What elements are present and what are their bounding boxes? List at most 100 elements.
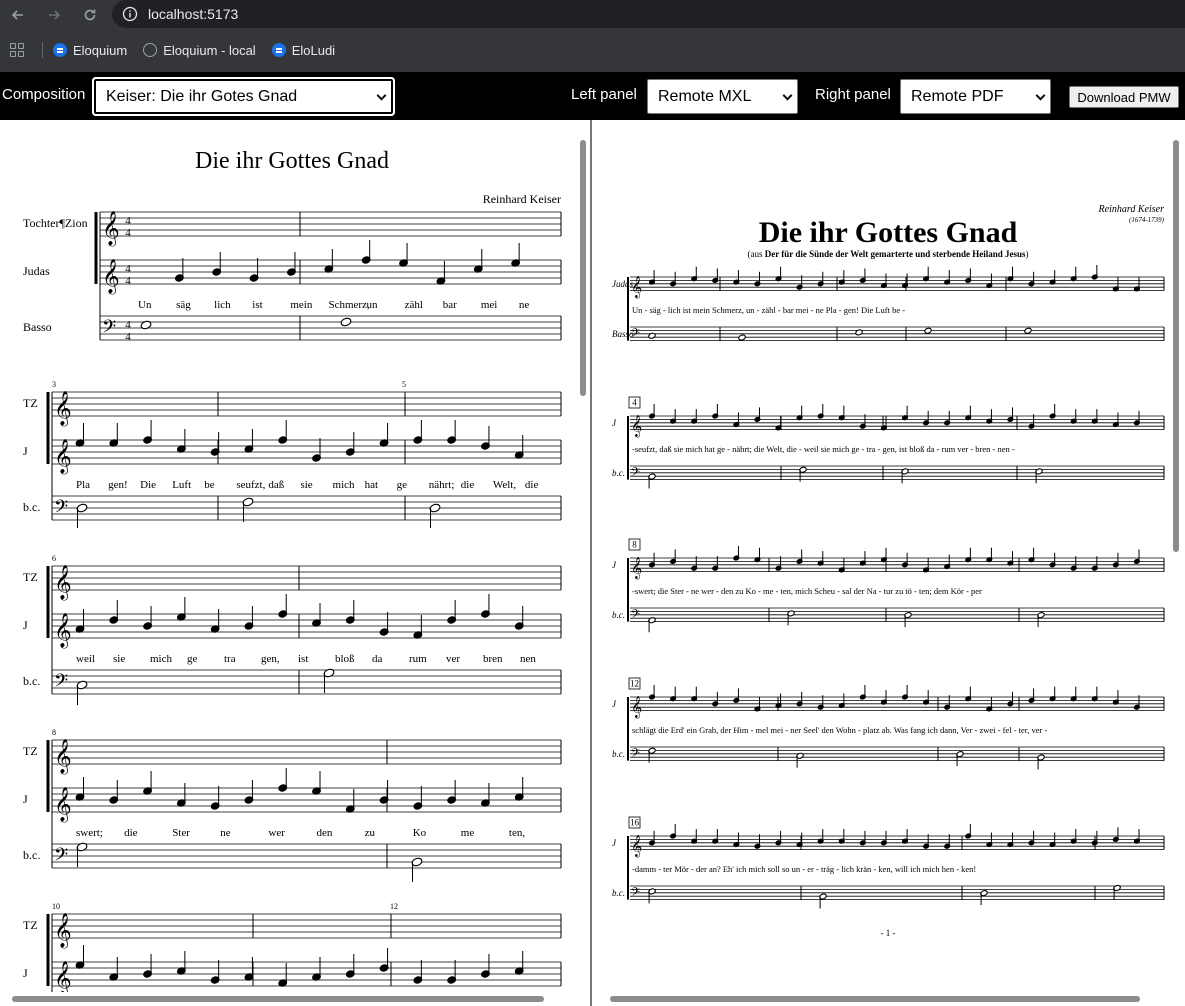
lyric-syllable: gen, <box>261 653 280 665</box>
part-name: b.c. <box>23 674 40 688</box>
forward-icon[interactable] <box>42 3 66 27</box>
download-pmw-button[interactable]: Download PMW <box>1069 86 1179 108</box>
lyric-line: -damm - ter Mör - der an? Eh' ich mich s… <box>632 864 976 874</box>
lyric-syllable: nen <box>520 653 536 665</box>
lyric-line: Un - säg - lich ist mein Schmerz, un - z… <box>632 305 905 315</box>
lyric-syllable: ne <box>519 299 530 311</box>
address-row: localhost:5173 <box>0 0 1185 30</box>
note-head <box>140 320 152 330</box>
right-pdf-canvas: Reinhard Keiser (1674-1739) Die ihr Gott… <box>612 204 1165 938</box>
pdf-composer: Reinhard Keiser <box>1098 204 1165 215</box>
lyric-syllable: ist <box>298 653 308 665</box>
part-name: b.c. <box>23 500 40 514</box>
app-toolbar: Composition Keiser: Die ihr Gotes Gnad L… <box>0 72 1185 120</box>
lyric-syllable: weil <box>76 653 95 665</box>
part-name: b.c. <box>23 848 40 862</box>
lyric-syllable: be <box>204 479 215 491</box>
part-name: Judas <box>23 264 50 278</box>
treble-clef-icon: 𝄞 <box>54 739 72 775</box>
composition-selected-value: Keiser: Die ihr Gotes Gnad <box>106 87 298 105</box>
part-name: b.c. <box>612 749 625 759</box>
lyric-syllable: daß <box>268 479 284 491</box>
system-number: 8 <box>632 540 637 550</box>
bookmark-eloquium[interactable]: Eloquium <box>53 43 127 58</box>
lyric-syllable: mich <box>150 653 172 665</box>
bass-clef-icon: 𝄢 <box>631 887 640 902</box>
time-signature: 4 <box>125 275 131 287</box>
left-horizontal-scroll-thumb[interactable] <box>12 996 544 1002</box>
part-name: J <box>612 699 617 709</box>
chevron-down-icon <box>1035 90 1046 101</box>
time-signature: 4 <box>125 331 131 343</box>
apps-icon[interactable] <box>10 43 30 57</box>
right-horizontal-scrollbar[interactable] <box>592 992 1169 1006</box>
pdf-title: Die ihr Gottes Gnad <box>759 216 1018 249</box>
left-panel-select[interactable]: Remote MXL <box>647 79 798 114</box>
measure-number: 12 <box>390 902 398 911</box>
right-panel-select[interactable]: Remote PDF <box>900 79 1051 114</box>
part-name: J <box>612 560 617 570</box>
bookmark-label: EloLudi <box>291 42 336 58</box>
right-panel-pdf: Reinhard Keiser (1674-1739) Die ihr Gott… <box>592 120 1185 1006</box>
score-composer: Reinhard Keiser <box>483 192 561 206</box>
bass-clef-icon: 𝄢 <box>631 467 640 482</box>
lyric-syllable: die <box>124 827 138 839</box>
lyric-syllable: den <box>317 827 333 839</box>
lyric-syllable: mei <box>481 299 498 311</box>
lyric-syllable: wer <box>268 827 285 839</box>
right-vertical-scrollbar[interactable] <box>1169 120 1183 992</box>
back-icon[interactable] <box>6 3 30 27</box>
treble-clef-icon: 𝄞 <box>54 913 72 949</box>
lyric-syllable: ten, <box>509 827 525 839</box>
pdf-system: J 𝄞 b.c. 𝄢 16 -damm - ter Mör - der an? Eh' i… <box>612 816 1165 909</box>
lyric-syllable: Un <box>138 299 152 311</box>
part-name: J <box>23 618 28 632</box>
lyric-syllable: da <box>372 653 383 665</box>
lyric-syllable: swert; <box>76 827 103 839</box>
lyric-line: schlägt die Erd' ein Grab, der Him - mel… <box>632 725 1048 735</box>
lyric-syllable: me <box>461 827 475 839</box>
treble-clef-icon: 𝄞 <box>102 211 120 247</box>
time-signature: 4 <box>125 319 131 331</box>
bass-clef-icon: 𝄢 <box>54 844 68 869</box>
left-horizontal-scrollbar[interactable] <box>0 992 576 1006</box>
treble-clef-icon: 𝄞 <box>54 787 72 823</box>
bass-clef-icon: 𝄢 <box>631 609 640 624</box>
note-head <box>924 327 932 334</box>
part-name: TZ <box>23 918 38 932</box>
reload-icon[interactable] <box>78 3 102 27</box>
lyric-syllable: ge <box>187 653 198 665</box>
left-score-canvas: Die ihr Gottes Gnad Reinhard Keiser Toch… <box>23 148 562 1006</box>
site-info-icon[interactable] <box>116 0 144 28</box>
pdf-system: Judas𝄞Basso𝄢Un - säg - lich ist mein Sch… <box>612 265 1165 343</box>
measure-number: 3 <box>52 380 56 389</box>
composition-select[interactable]: Keiser: Die ihr Gotes Gnad <box>92 77 395 116</box>
bookmark-eloquium-local[interactable]: Eloquium - local <box>143 43 256 58</box>
bookmark-eloludi[interactable]: EloLudi <box>271 42 336 58</box>
left-panel-score: Die ihr Gottes Gnad Reinhard Keiser Toch… <box>0 120 590 1006</box>
left-vertical-scroll-thumb[interactable] <box>580 140 586 396</box>
lyric-syllable: gen! <box>108 479 128 491</box>
system-number: 16 <box>630 818 640 828</box>
pdf-system: J 𝄞 b.c. 𝄢 4 -seufzt, daß sie mich hat ge - n… <box>612 396 1165 489</box>
right-panel-selected-value: Remote PDF <box>911 87 1004 105</box>
lyric-syllable: bloß <box>335 653 355 665</box>
part-name: J <box>612 838 617 848</box>
treble-clef-icon: 𝄞 <box>631 558 642 580</box>
address-bar[interactable]: localhost:5173 <box>112 0 1185 28</box>
bass-clef-icon: 𝄢 <box>631 748 640 763</box>
note-head <box>340 317 352 327</box>
lyric-syllable: Die <box>140 479 156 491</box>
lyric-syllable: nährt; <box>429 479 455 491</box>
right-horizontal-scroll-thumb[interactable] <box>610 996 1140 1002</box>
right-vertical-scroll-thumb[interactable] <box>1173 140 1179 552</box>
left-vertical-scrollbar[interactable] <box>576 120 590 992</box>
pdf-page-number: - 1 - <box>881 928 896 938</box>
lyric-syllable: sie <box>300 479 312 491</box>
pdf-systems: Judas𝄞Basso𝄢Un - säg - lich ist mein Sch… <box>612 265 1165 909</box>
lyric-syllable: Luft <box>172 479 191 491</box>
treble-clef-icon: 𝄞 <box>631 416 642 438</box>
left-panel-selected-value: Remote MXL <box>658 87 752 105</box>
lyric-syllable: mich <box>333 479 355 491</box>
treble-clef-icon: 𝄞 <box>631 836 642 858</box>
